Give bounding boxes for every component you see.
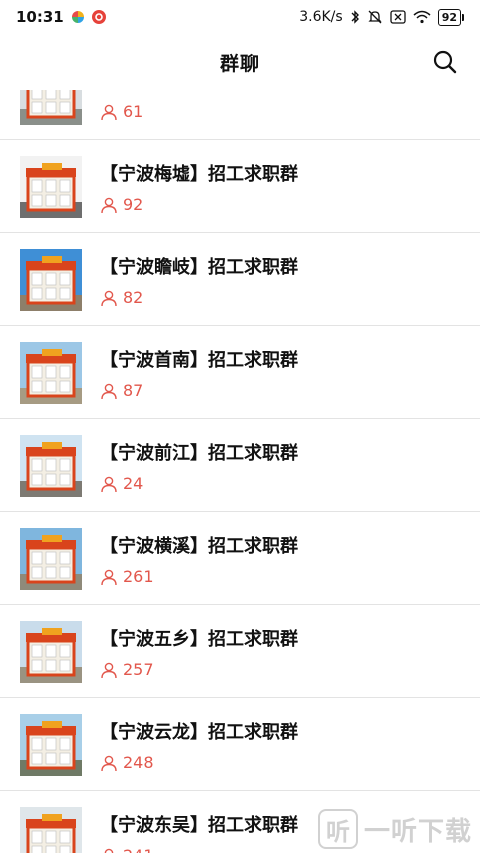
app-header: 群聊 bbox=[0, 34, 480, 90]
status-bar: 10:31 3.6K/s 92 bbox=[0, 0, 480, 34]
group-row[interactable]: 【宁波五乡】招工求职群 257 bbox=[0, 605, 480, 698]
member-count: 241 bbox=[100, 846, 154, 853]
member-count-value: 87 bbox=[123, 381, 144, 400]
member-count-value: 241 bbox=[123, 846, 154, 853]
kiosk-photo bbox=[20, 249, 82, 311]
member-count-value: 24 bbox=[123, 474, 144, 493]
kiosk-photo bbox=[20, 435, 82, 497]
member-count-value: 257 bbox=[123, 660, 154, 679]
group-thumbnail[interactable] bbox=[20, 342, 82, 404]
group-title: 【宁波瞻岐】招工求职群 bbox=[100, 257, 298, 278]
member-count-value: 261 bbox=[123, 567, 154, 586]
group-title: 【宁波前江】招工求职群 bbox=[100, 443, 298, 464]
group-row[interactable]: 【宁波首南】招工求职群 87 bbox=[0, 326, 480, 419]
kiosk-photo bbox=[20, 90, 82, 125]
member-count: 24 bbox=[100, 474, 143, 493]
battery-icon: 92 bbox=[437, 8, 464, 26]
member-count-value: 61 bbox=[123, 102, 144, 121]
watermark-badge: 听 bbox=[317, 809, 358, 849]
watermark: 听 一听下载 bbox=[317, 809, 472, 849]
app-colorful-icon bbox=[71, 11, 84, 23]
member-count: 248 bbox=[100, 753, 154, 772]
kiosk-photo bbox=[20, 528, 82, 590]
group-row[interactable]: 【宁波云龙】招工求职群 248 bbox=[0, 698, 480, 791]
group-row[interactable]: 61 bbox=[0, 90, 480, 140]
member-icon bbox=[101, 662, 117, 678]
group-title: 【宁波云龙】招工求职群 bbox=[100, 722, 298, 743]
sim-icon bbox=[390, 10, 406, 24]
member-count: 92 bbox=[100, 195, 143, 214]
status-time: 10:31 bbox=[16, 8, 64, 26]
network-speed: 3.6K/s bbox=[299, 9, 343, 25]
member-count-value: 82 bbox=[123, 288, 144, 307]
group-thumbnail[interactable] bbox=[20, 90, 82, 125]
member-icon bbox=[101, 476, 117, 492]
watermark-text: 一听下载 bbox=[363, 816, 472, 847]
group-thumbnail[interactable] bbox=[20, 156, 82, 218]
group-thumbnail[interactable] bbox=[20, 807, 82, 853]
group-title: 【宁波首南】招工求职群 bbox=[100, 350, 298, 371]
member-count-value: 92 bbox=[123, 195, 144, 214]
member-icon bbox=[101, 569, 117, 585]
member-count: 82 bbox=[100, 288, 143, 307]
member-count: 257 bbox=[100, 660, 154, 679]
member-count: 87 bbox=[100, 381, 143, 400]
member-count-value: 248 bbox=[123, 753, 154, 772]
group-row[interactable]: 【宁波前江】招工求职群 24 bbox=[0, 419, 480, 512]
group-title: 【宁波梅墟】招工求职群 bbox=[100, 164, 298, 185]
group-title: 【宁波横溪】招工求职群 bbox=[100, 536, 298, 557]
member-icon bbox=[104, 848, 114, 853]
member-icon bbox=[101, 383, 117, 399]
member-icon bbox=[101, 290, 117, 306]
group-thumbnail[interactable] bbox=[20, 714, 82, 776]
bluetooth-icon bbox=[351, 10, 359, 24]
kiosk-photo bbox=[20, 156, 82, 218]
member-icon bbox=[101, 197, 117, 213]
kiosk-photo bbox=[20, 714, 82, 776]
member-icon bbox=[101, 755, 117, 771]
group-thumbnail[interactable] bbox=[20, 621, 82, 683]
member-count: 61 bbox=[100, 102, 143, 121]
page-title: 群聊 bbox=[219, 52, 260, 75]
member-icon bbox=[101, 104, 117, 120]
app-red-icon bbox=[91, 10, 106, 24]
kiosk-photo bbox=[20, 807, 82, 853]
kiosk-photo bbox=[20, 342, 82, 404]
search-icon[interactable] bbox=[432, 49, 458, 75]
group-row[interactable]: 【宁波横溪】招工求职群 261 bbox=[0, 512, 480, 605]
group-title: 【宁波五乡】招工求职群 bbox=[100, 629, 298, 650]
battery-level: 92 bbox=[437, 8, 461, 26]
group-row[interactable]: 【宁波梅墟】招工求职群 92 bbox=[0, 140, 480, 233]
group-list[interactable]: 61 【宁波梅墟】招工求职群 92 【宁波瞻岐】招工求职群 82 【宁波首南】招… bbox=[0, 90, 480, 853]
group-thumbnail[interactable] bbox=[20, 249, 82, 311]
kiosk-photo bbox=[20, 621, 82, 683]
mute-icon bbox=[368, 10, 382, 24]
group-title: 【宁波东吴】招工求职群 bbox=[100, 815, 298, 836]
group-row[interactable]: 【宁波瞻岐】招工求职群 82 bbox=[0, 233, 480, 326]
wifi-icon bbox=[413, 10, 431, 24]
group-thumbnail[interactable] bbox=[20, 435, 82, 497]
member-count: 261 bbox=[100, 567, 154, 586]
group-thumbnail[interactable] bbox=[20, 528, 82, 590]
